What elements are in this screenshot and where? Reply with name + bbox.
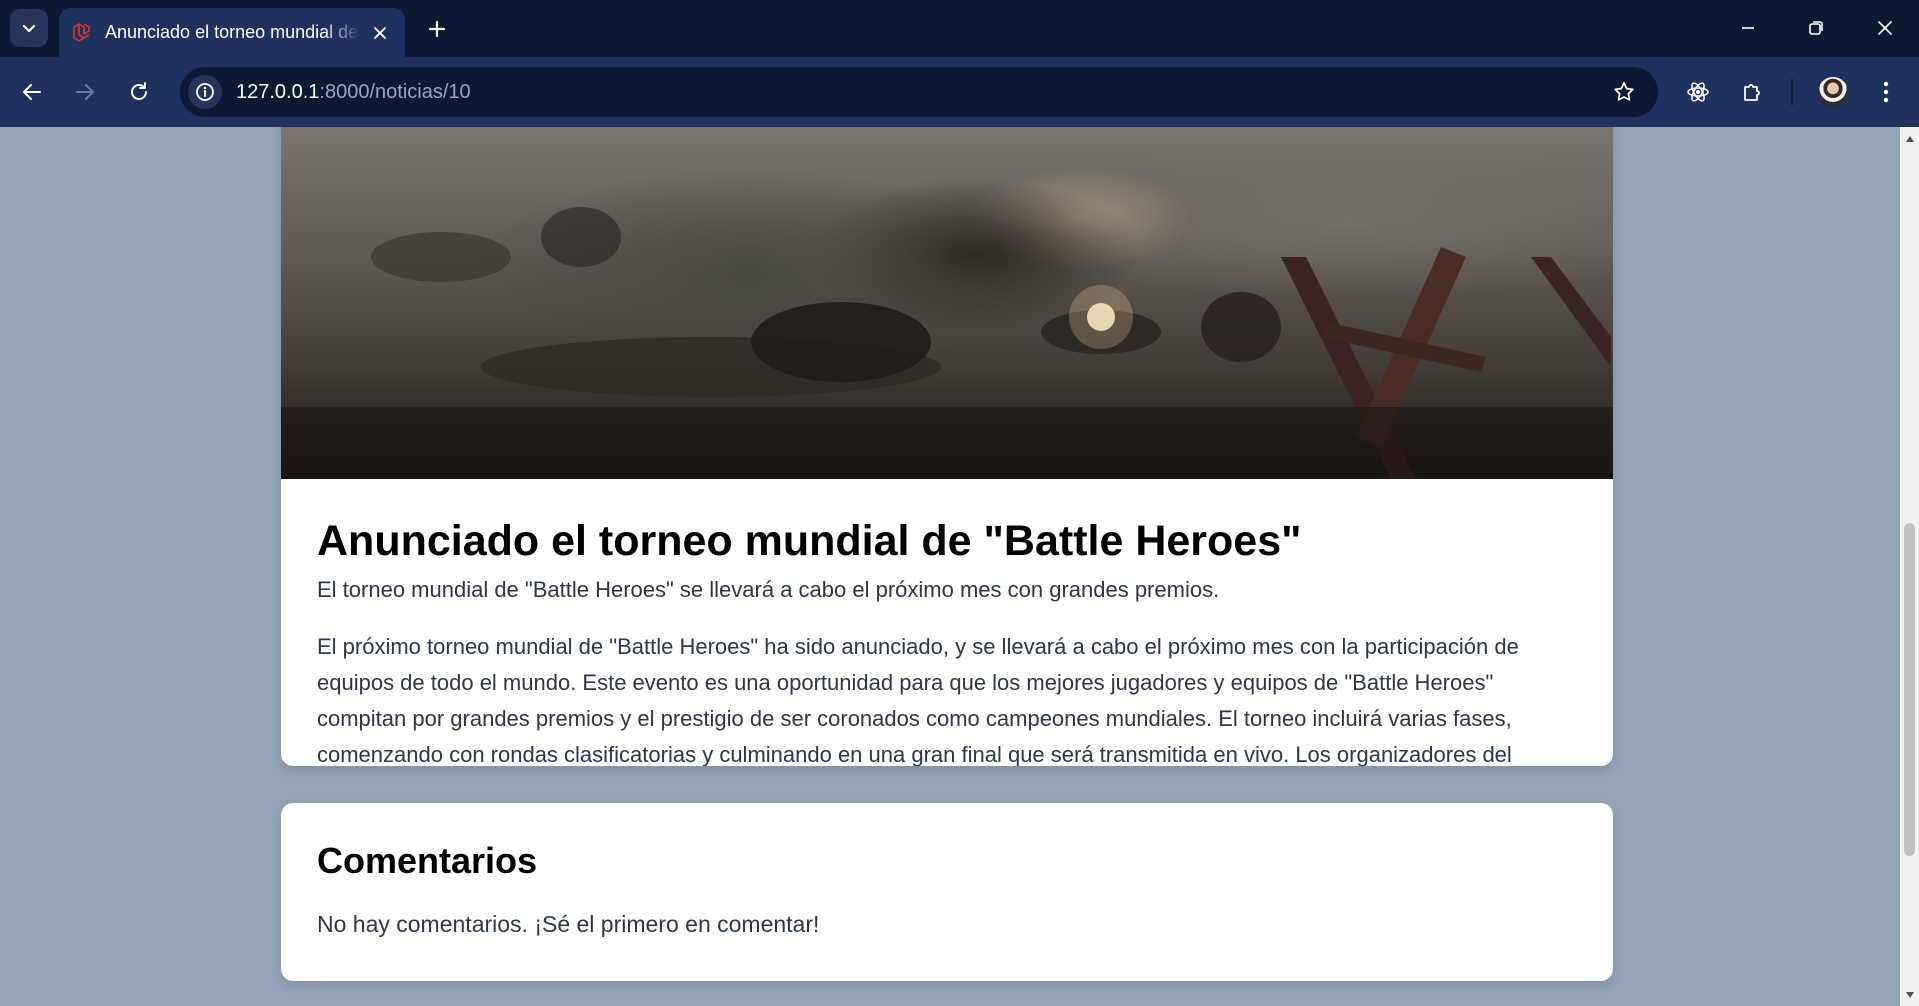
url-text: 127.0.0.1:8000/noticias/10 — [236, 81, 471, 104]
browser-toolbar: 127.0.0.1:8000/noticias/10 — [0, 57, 1919, 127]
info-icon[interactable] — [188, 75, 222, 109]
kebab-menu-icon[interactable] — [1868, 74, 1904, 110]
page-scrollbar[interactable] — [1900, 127, 1919, 1006]
comments-empty-message: No hay comentarios. ¡Sé el primero en co… — [317, 911, 820, 937]
article-content: El próximo torneo mundial de "Battle Her… — [317, 634, 1519, 766]
forward-button[interactable] — [67, 74, 103, 110]
comments-title: Comentarios — [317, 840, 538, 881]
plus-icon — [428, 20, 446, 38]
tab-search-button[interactable] — [10, 9, 48, 47]
react-icon[interactable] — [1680, 74, 1716, 110]
close-icon[interactable] — [367, 20, 393, 46]
chevron-down-icon — [22, 24, 36, 33]
news-article-card: Anunciado el torneo mundial de "Battle H… — [281, 127, 1613, 766]
avatar[interactable] — [1818, 77, 1848, 107]
page-viewport: Anunciado el torneo mundial de "Battle H… — [0, 127, 1900, 1006]
article-summary: El torneo mundial de "Battle Heroes" se … — [317, 577, 1220, 602]
new-tab-button[interactable] — [421, 13, 453, 45]
close-icon — [1878, 21, 1892, 35]
hero-illustration — [281, 207, 1613, 479]
article-title: Anunciado el torneo mundial de "Battle H… — [317, 517, 1302, 565]
url-path: :8000/noticias/10 — [319, 80, 471, 103]
address-bar[interactable]: 127.0.0.1:8000/noticias/10 — [180, 67, 1658, 117]
puzzle-icon[interactable] — [1735, 74, 1771, 110]
close-window-button[interactable] — [1852, 0, 1918, 56]
url-host: 127.0.0.1 — [236, 80, 320, 103]
laravel-icon — [71, 22, 93, 44]
reload-button[interactable] — [121, 74, 157, 110]
back-button[interactable] — [14, 74, 50, 110]
reload-icon — [131, 82, 147, 100]
scroll-down-arrow-icon[interactable] — [1900, 986, 1919, 1003]
article-hero-image — [281, 127, 1613, 479]
browser-tab-strip: Anunciado el torneo mundial de "Battle H… — [0, 0, 1919, 57]
restore-button[interactable] — [1783, 0, 1849, 56]
arrow-right-icon — [76, 84, 94, 100]
browser-tab-active[interactable]: Anunciado el torneo mundial de "Battle H… — [59, 8, 405, 57]
tab-title: Anunciado el torneo mundial de "Battle H… — [105, 22, 361, 42]
scroll-up-arrow-icon[interactable] — [1900, 130, 1919, 147]
minimize-icon — [1742, 27, 1754, 29]
scrollbar-thumb[interactable] — [1904, 523, 1915, 856]
restore-icon — [1809, 21, 1823, 35]
star-icon[interactable] — [1610, 78, 1638, 106]
toolbar-separator — [1791, 79, 1793, 105]
arrow-left-icon — [23, 84, 41, 100]
minimize-button[interactable] — [1715, 0, 1781, 56]
comments-card: Comentarios No hay comentarios. ¡Sé el p… — [281, 803, 1613, 981]
